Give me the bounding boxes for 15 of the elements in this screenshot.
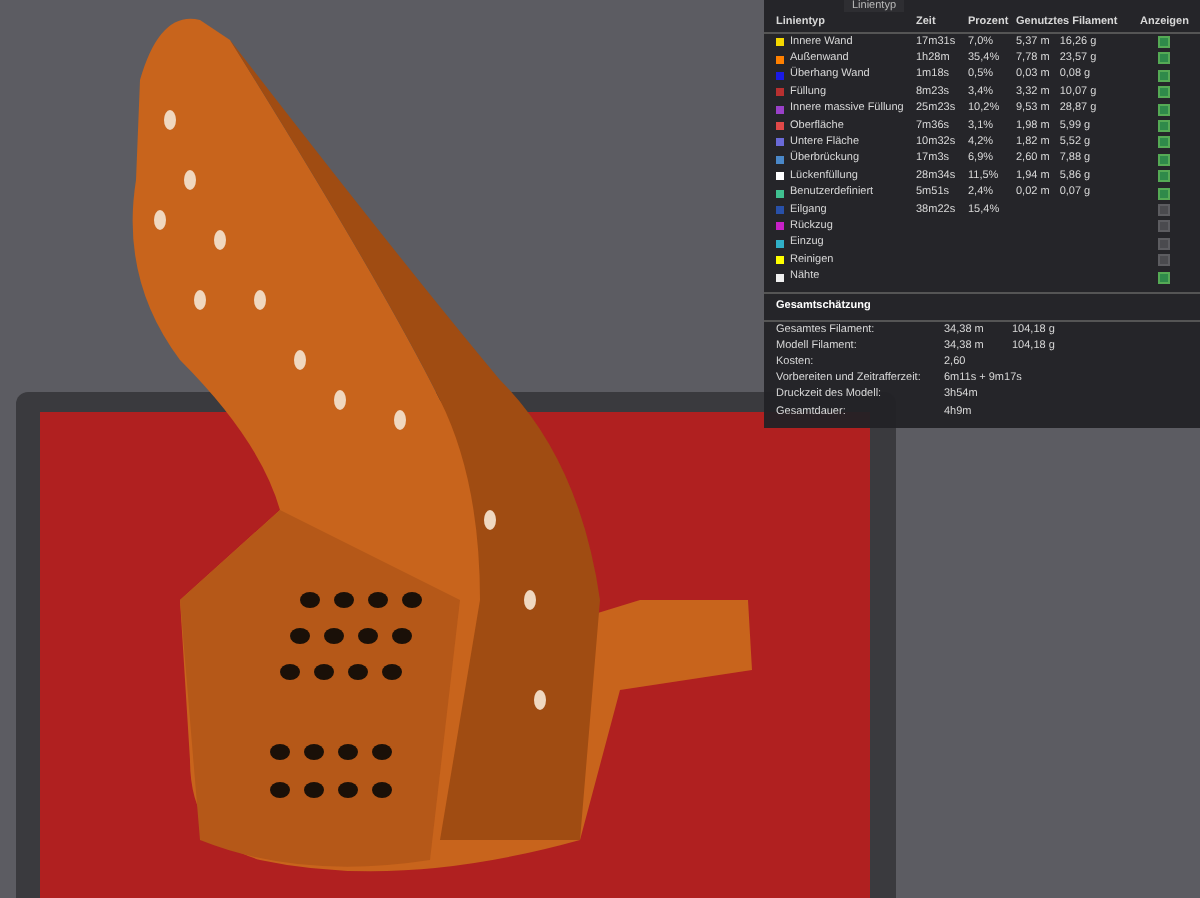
checkbox[interactable]: [1158, 220, 1170, 233]
checkbox[interactable]: [1158, 204, 1170, 216]
checkbox[interactable]: [1158, 187, 1170, 200]
checkbox[interactable]: [1158, 86, 1170, 99]
checkbox[interactable]: [1158, 170, 1170, 183]
checkbox[interactable]: [1158, 36, 1170, 49]
checkbox[interactable]: [1158, 271, 1170, 284]
checkbox[interactable]: [1158, 254, 1170, 267]
checkbox[interactable]: [1158, 69, 1170, 82]
checkbox[interactable]: [1158, 103, 1170, 116]
checkbox[interactable]: [1158, 237, 1170, 250]
checkbox[interactable]: [1158, 153, 1170, 166]
checkbox[interactable]: [1158, 120, 1170, 133]
checkbox[interactable]: [1158, 136, 1170, 149]
checkbox[interactable]: [1158, 52, 1170, 65]
